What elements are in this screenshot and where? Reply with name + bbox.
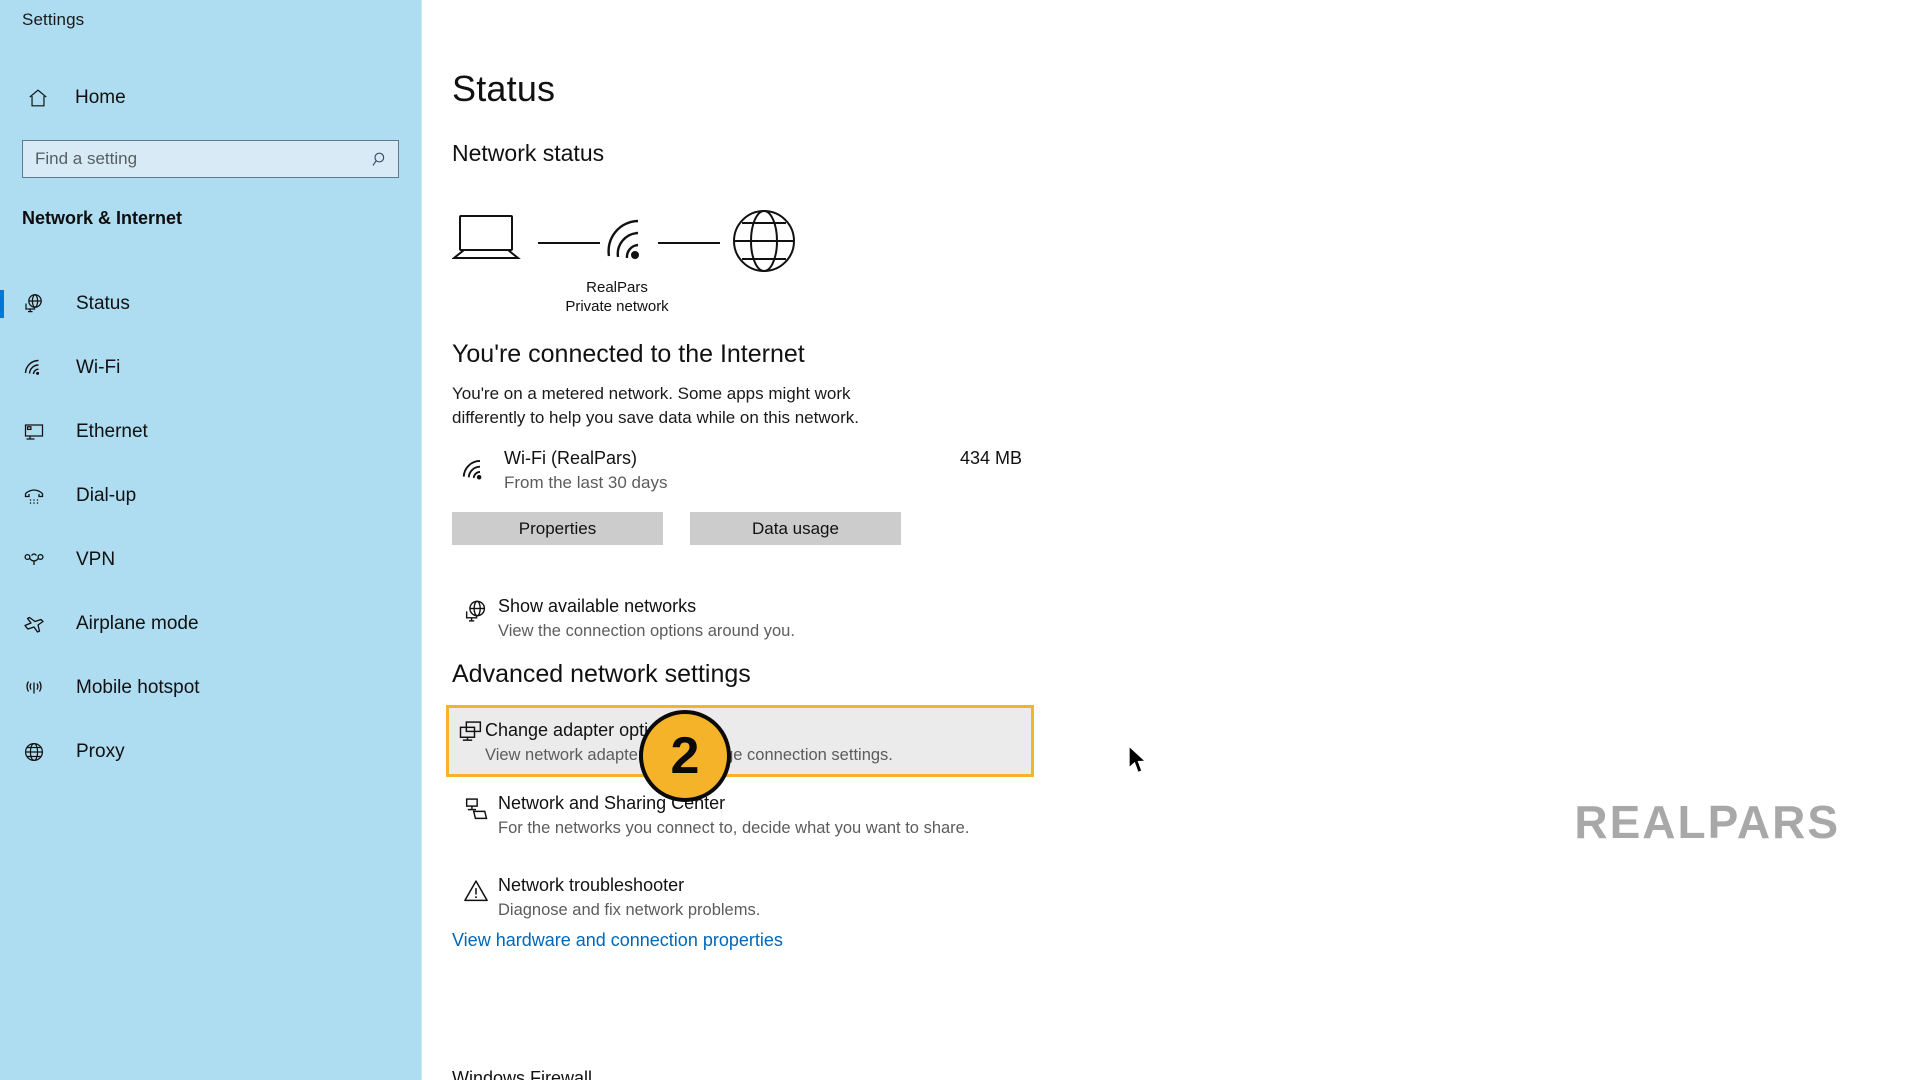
data-usage-button[interactable]: Data usage xyxy=(690,512,901,545)
link-subtitle: For the networks you connect to, decide … xyxy=(498,819,970,838)
sidebar: Settings Home Network & Internet xyxy=(0,0,422,1080)
home-icon xyxy=(18,87,58,109)
wifi-usage-row: Wi-Fi (RealPars) From the last 30 days 4… xyxy=(452,448,1022,498)
sidebar-item-wi-fi[interactable]: Wi-Fi xyxy=(0,336,422,400)
warning-triangle-icon xyxy=(454,873,498,905)
globe-icon xyxy=(22,740,54,764)
link-title: Network troubleshooter xyxy=(498,875,685,895)
wifi-network-name: Wi-Fi (RealPars) xyxy=(504,448,637,468)
hotspot-icon xyxy=(22,676,54,700)
change-adapter-options-row[interactable]: Change adapter options View network adap… xyxy=(446,705,1034,777)
view-hardware-link[interactable]: View hardware and connection properties xyxy=(452,930,783,951)
sidebar-item-airplane-mode[interactable]: Airplane mode xyxy=(0,592,422,656)
sidebar-item-label: Status xyxy=(76,293,130,314)
sidebar-item-dial-up[interactable]: Dial-up xyxy=(0,464,422,528)
page-title: Status xyxy=(452,68,556,109)
search-icon xyxy=(371,150,390,169)
step-badge: 2 xyxy=(639,710,731,802)
search-box[interactable] xyxy=(22,140,399,178)
network-diagram-caption: RealPars Private network xyxy=(452,278,782,316)
sidebar-item-label: Wi-Fi xyxy=(76,357,121,378)
network-sharing-center-row[interactable]: Network and Sharing Center For the netwo… xyxy=(446,783,1026,848)
main-content: Status Network status RealPars Private n… xyxy=(422,0,1920,1080)
wifi-usage-amount: 434 MB xyxy=(959,448,1022,468)
globe-monitor-icon xyxy=(22,292,54,316)
sidebar-item-label: Airplane mode xyxy=(76,613,199,634)
properties-button[interactable]: Properties xyxy=(452,512,663,545)
sidebar-item-label: Ethernet xyxy=(76,421,148,442)
vpn-icon xyxy=(22,548,54,572)
connected-title: You're connected to the Internet xyxy=(452,340,805,368)
network-type: Private network xyxy=(565,298,669,316)
search-input[interactable] xyxy=(35,149,371,169)
advanced-settings-heading: Advanced network settings xyxy=(452,660,751,688)
app-title: Settings xyxy=(22,10,85,29)
show-available-networks-row[interactable]: Show available networks View the connect… xyxy=(446,586,1026,651)
globe-monitor-icon xyxy=(454,594,498,626)
mouse-cursor-icon xyxy=(1127,744,1149,782)
globe-icon xyxy=(733,210,795,272)
link-title: Network and Sharing Center xyxy=(498,793,726,813)
sidebar-item-label: VPN xyxy=(76,549,116,570)
wifi-icon xyxy=(460,456,490,491)
sidebar-item-vpn[interactable]: VPN xyxy=(0,528,422,592)
sidebar-item-home[interactable]: Home xyxy=(18,78,398,118)
sharing-center-icon xyxy=(454,791,498,823)
laptop-icon xyxy=(451,215,521,259)
sidebar-item-label: Proxy xyxy=(76,741,125,762)
sidebar-item-ethernet[interactable]: Ethernet xyxy=(0,400,422,464)
sidebar-item-proxy[interactable]: Proxy xyxy=(0,720,422,784)
dialup-phone-icon xyxy=(22,484,54,508)
action-buttons: Properties Data usage xyxy=(452,512,901,545)
sidebar-nav: Status Wi-Fi Ethernet Dial-up VPN Airpla… xyxy=(0,272,422,784)
airplane-icon xyxy=(22,612,54,636)
sidebar-item-mobile-hotspot[interactable]: Mobile hotspot xyxy=(0,656,422,720)
adapter-monitor-icon xyxy=(457,718,485,751)
cut-off-text: Windows Firewall xyxy=(452,1068,593,1080)
metered-network-text: You're on a metered network. Some apps m… xyxy=(452,384,859,428)
home-label: Home xyxy=(75,87,126,108)
ethernet-icon xyxy=(22,420,54,444)
link-subtitle: Diagnose and fix network problems. xyxy=(498,901,761,920)
network-diagram xyxy=(451,208,872,278)
sidebar-item-label: Mobile hotspot xyxy=(76,677,200,698)
network-troubleshooter-row[interactable]: Network troubleshooter Diagnose and fix … xyxy=(446,865,1026,930)
link-subtitle: View the connection options around you. xyxy=(498,622,795,641)
sidebar-category-heading: Network & Internet xyxy=(22,208,183,228)
network-name: RealPars xyxy=(586,279,648,296)
realpars-watermark: REALPARS xyxy=(1574,796,1840,848)
network-status-heading: Network status xyxy=(452,140,605,166)
wifi-icon xyxy=(22,356,54,380)
link-title: Show available networks xyxy=(498,596,697,616)
sidebar-item-status[interactable]: Status xyxy=(0,272,422,336)
sidebar-item-label: Dial-up xyxy=(76,485,137,506)
settings-window: Settings Home Network & Internet xyxy=(0,0,1920,1080)
wifi-usage-period: From the last 30 days xyxy=(504,473,668,492)
wifi-icon xyxy=(607,219,639,259)
